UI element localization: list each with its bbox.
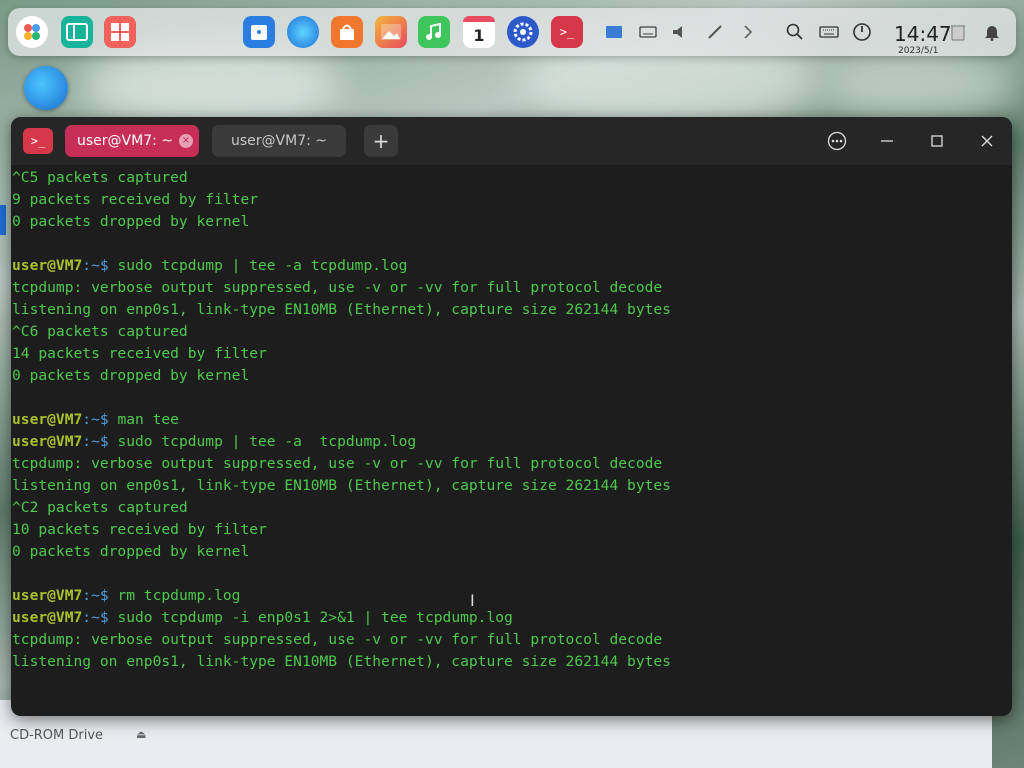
close-tab-icon[interactable]: × [179, 134, 193, 148]
output-line: tcpdump: verbose output suppressed, use … [12, 631, 663, 648]
calendar-icon[interactable]: 1 [463, 16, 495, 48]
tab-label: user@VM7: ~ [231, 133, 327, 149]
command-text: sudo tcpdump | tee -a tcpdump.log [108, 433, 417, 450]
prompt-user: user@VM7 [12, 257, 83, 274]
output-line: listening on enp0s1, link-type EN10MB (E… [12, 301, 671, 318]
image-viewer-icon[interactable] [375, 16, 407, 48]
keyboard-layout-icon[interactable] [819, 22, 839, 42]
browser-icon[interactable] [287, 16, 319, 48]
output-line: listening on enp0s1, link-type EN10MB (E… [12, 477, 671, 494]
app-store-icon[interactable] [104, 16, 136, 48]
add-tab-button[interactable]: + [364, 125, 398, 157]
prompt-path: :~$ [82, 433, 109, 450]
output-line: 9 packets received by filter [12, 191, 259, 208]
terminal-icon[interactable]: >_ [551, 16, 583, 48]
output-line: ^C6 packets captured [12, 323, 188, 340]
sidebar-item-cdrom[interactable]: CD-ROM Drive [10, 728, 103, 743]
output-line: 0 packets dropped by kernel [12, 213, 250, 230]
tab-terminal-2[interactable]: user@VM7: ~ [212, 125, 346, 157]
command-line: user@VM7:~$ sudo tcpdump | tee -a tcpdum… [12, 255, 1012, 277]
eject-icon[interactable]: ⏏ [136, 728, 146, 741]
minimize-icon[interactable] [873, 129, 901, 153]
menu-more-icon[interactable] [823, 129, 851, 153]
pen-icon[interactable] [705, 22, 725, 42]
command-line: user@VM7:~$ sudo tcpdump -i enp0s1 2>&1 … [12, 607, 1012, 629]
output-line: ^C2 packets captured [12, 499, 188, 516]
command-text: man tee [108, 411, 179, 428]
command-text: sudo tcpdump -i enp0s1 2>&1 | tee tcpdum… [108, 609, 513, 626]
trash-icon[interactable] [948, 22, 968, 42]
file-manager-icon[interactable] [243, 16, 275, 48]
prompt-user: user@VM7 [12, 411, 83, 428]
prompt-path: :~$ [82, 411, 109, 428]
prompt-user: user@VM7 [12, 587, 83, 604]
clock-time[interactable]: 14:47 [894, 22, 952, 46]
launcher-icon[interactable] [16, 16, 48, 48]
output-line: tcpdump: verbose output suppressed, use … [12, 455, 663, 472]
expand-icon[interactable] [738, 22, 758, 42]
terminal-app-icon: >_ [23, 128, 53, 154]
prompt-path: :~$ [82, 609, 109, 626]
top-dock: 1 >_ 14:47 2023/5/1 [8, 8, 1016, 56]
command-line: user@VM7:~$ rm tcpdump.log [12, 585, 1012, 607]
volume-icon[interactable] [671, 22, 691, 42]
output-line: 0 packets dropped by kernel [12, 543, 250, 560]
command-line: user@VM7:~$ man tee [12, 409, 1012, 431]
music-icon[interactable] [418, 16, 450, 48]
screenshot-icon[interactable] [604, 22, 624, 42]
calendar-day: 1 [473, 25, 485, 45]
command-line: user@VM7:~$ sudo tcpdump | tee -a tcpdum… [12, 431, 1012, 453]
deepin-launcher-icon[interactable] [24, 66, 68, 110]
prompt-user: user@VM7 [12, 433, 83, 450]
tab-label: user@VM7: ~ [77, 133, 173, 149]
terminal-titlebar: >_ user@VM7: ~ × user@VM7: ~ + [11, 117, 1012, 165]
keyboard-icon[interactable] [638, 22, 658, 42]
multitask-view-icon[interactable] [61, 16, 93, 48]
tab-terminal-1[interactable]: user@VM7: ~ × [65, 125, 199, 157]
text-cursor-icon: I [470, 591, 475, 610]
power-icon[interactable] [852, 22, 872, 42]
prompt-user: user@VM7 [12, 609, 83, 626]
command-text: sudo tcpdump | tee -a tcpdump.log [108, 257, 408, 274]
command-text: rm tcpdump.log [108, 587, 241, 604]
prompt-path: :~$ [82, 257, 109, 274]
wallpaper-cloud [820, 50, 1020, 120]
prompt-path: :~$ [82, 587, 109, 604]
search-icon[interactable] [785, 22, 805, 42]
output-line: tcpdump: verbose output suppressed, use … [12, 279, 663, 296]
maximize-icon[interactable] [923, 129, 951, 153]
settings-icon[interactable] [507, 16, 539, 48]
output-line: 10 packets received by filter [12, 521, 267, 538]
app-store-bag-icon[interactable] [331, 16, 363, 48]
clock-date: 2023/5/1 [898, 46, 939, 56]
background-window-edge [0, 205, 6, 235]
output-line: 14 packets received by filter [12, 345, 267, 362]
output-line: listening on enp0s1, link-type EN10MB (E… [12, 653, 671, 670]
output-line: ^C5 packets captured [12, 169, 188, 186]
close-icon[interactable] [973, 129, 1001, 153]
terminal-window: >_ user@VM7: ~ × user@VM7: ~ + ^C5 packe… [11, 117, 1012, 716]
terminal-output[interactable]: ^C5 packets captured 9 packets received b… [12, 167, 1012, 716]
notification-bell-icon[interactable] [982, 22, 1002, 42]
output-line: 0 packets dropped by kernel [12, 367, 250, 384]
